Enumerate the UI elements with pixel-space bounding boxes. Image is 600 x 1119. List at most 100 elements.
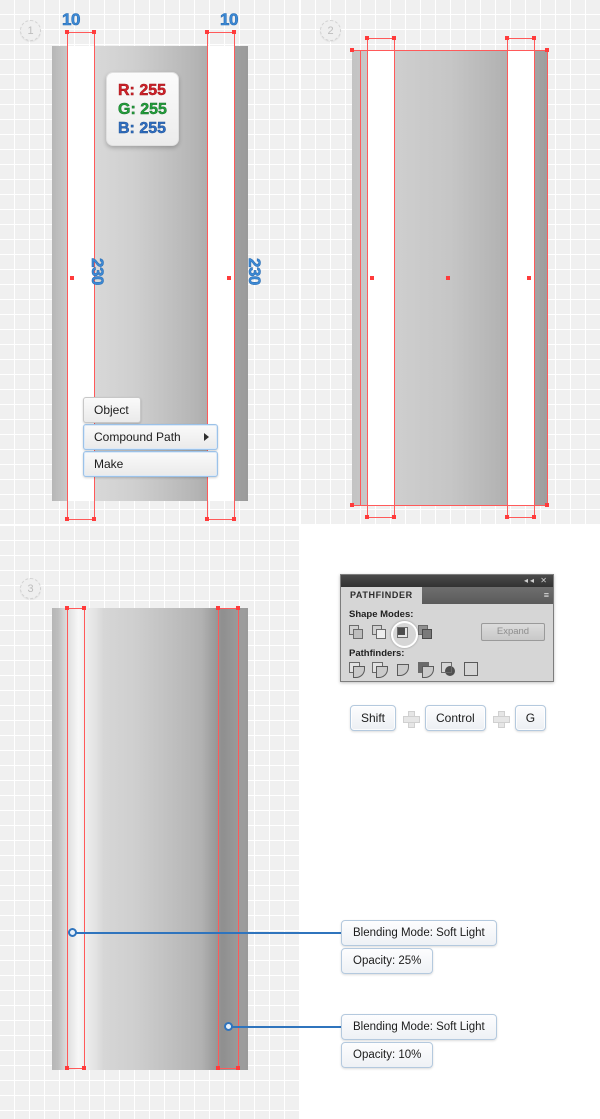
panel-number-badge-2: 2 bbox=[320, 20, 341, 41]
anchor-point bbox=[532, 36, 536, 40]
measurement-label-width-left: 10 bbox=[62, 10, 80, 30]
dimension-line-bottom-right bbox=[207, 519, 235, 520]
crop-icon[interactable] bbox=[418, 662, 433, 677]
guide-line bbox=[67, 608, 68, 1070]
anchor-point bbox=[365, 36, 369, 40]
dimension-line-bottom-left bbox=[367, 517, 395, 518]
tab-pathfinder[interactable]: PATHFINDER bbox=[341, 587, 422, 604]
unite-icon[interactable] bbox=[349, 625, 364, 640]
anchor-point bbox=[82, 606, 86, 610]
minus-front-icon[interactable] bbox=[372, 625, 387, 640]
guide-line bbox=[238, 608, 239, 1070]
rgb-blue-value: B: 255 bbox=[118, 119, 167, 138]
anchor-point bbox=[505, 36, 509, 40]
anchor-point bbox=[545, 503, 549, 507]
anchor-point bbox=[392, 36, 396, 40]
panel-menu-icon[interactable]: ≡ bbox=[544, 590, 549, 600]
rgb-green-value: G: 255 bbox=[118, 100, 167, 119]
chevron-right-icon bbox=[204, 433, 209, 441]
anchor-point bbox=[205, 30, 209, 34]
shape-modes-row: Expand bbox=[349, 623, 545, 641]
anchor-point bbox=[82, 1066, 86, 1070]
artboard: 1 10 10 230 230 R: 255 G: 255 B: 255 Obj… bbox=[0, 0, 600, 1119]
collapse-icon[interactable]: ◂◂ bbox=[524, 576, 536, 585]
rgb-red-value: R: 255 bbox=[118, 81, 167, 100]
pathfinder-panel[interactable]: ◂◂ ✕ PATHFINDER ≡ Shape Modes: bbox=[340, 574, 554, 682]
callout-opacity-1: Opacity: 25% bbox=[341, 948, 433, 974]
guide-line bbox=[507, 38, 508, 518]
measurement-label-height-left: 230 bbox=[87, 258, 107, 285]
anchor-point-mid bbox=[70, 276, 74, 280]
callout-blending-mode-2: Blending Mode: Soft Light bbox=[341, 1014, 497, 1040]
anchor-point bbox=[92, 517, 96, 521]
trim-icon[interactable] bbox=[372, 662, 387, 677]
leader-line-1 bbox=[76, 932, 341, 934]
menu-item-object[interactable]: Object bbox=[83, 397, 141, 423]
plus-icon bbox=[403, 711, 418, 726]
dimension-line-top-right bbox=[507, 38, 535, 39]
exclude-icon[interactable] bbox=[418, 625, 433, 640]
keyboard-shortcut: Shift Control G bbox=[350, 705, 546, 731]
anchor-point bbox=[236, 606, 240, 610]
anchor-point bbox=[216, 606, 220, 610]
anchor-point-mid bbox=[446, 276, 450, 280]
anchor-point bbox=[65, 30, 69, 34]
pathfinders-label: Pathfinders: bbox=[349, 648, 545, 659]
divide-icon[interactable] bbox=[349, 662, 364, 677]
panel-number-badge-3: 3 bbox=[20, 578, 41, 599]
anchor-point bbox=[545, 48, 549, 52]
anchor-point bbox=[392, 515, 396, 519]
cylinder-artwork-2 bbox=[352, 50, 548, 505]
anchor-point bbox=[365, 515, 369, 519]
dimension-line-bottom-left bbox=[67, 519, 95, 520]
dimension-line-top-left bbox=[67, 32, 95, 33]
anchor-point bbox=[232, 517, 236, 521]
anchor-point bbox=[92, 30, 96, 34]
anchor-point bbox=[65, 606, 69, 610]
anchor-point bbox=[505, 515, 509, 519]
dimension-line-bottom-right bbox=[507, 517, 535, 518]
anchor-point bbox=[65, 517, 69, 521]
guide-line bbox=[234, 32, 235, 520]
guide-line bbox=[67, 32, 68, 520]
menu-item-compound-path-label: Compound Path bbox=[94, 430, 181, 444]
anchor-point-mid bbox=[527, 276, 531, 280]
key-g[interactable]: G bbox=[515, 705, 546, 731]
guide-line bbox=[360, 50, 361, 505]
bounding-box-top bbox=[352, 50, 548, 51]
outline-icon[interactable] bbox=[441, 662, 456, 677]
anchor-point bbox=[350, 48, 354, 52]
plus-icon bbox=[493, 711, 508, 726]
guide-line bbox=[394, 38, 395, 518]
measurement-label-height-right: 230 bbox=[244, 258, 264, 285]
callout-blending-mode-1: Blending Mode: Soft Light bbox=[341, 920, 497, 946]
panel-number-badge-1: 1 bbox=[20, 20, 41, 41]
pathfinder-titlebar: ◂◂ ✕ bbox=[341, 575, 553, 587]
pathfinders-row bbox=[349, 662, 545, 677]
anchor-point bbox=[350, 503, 354, 507]
panel-window-controls[interactable]: ◂◂ ✕ bbox=[524, 576, 549, 585]
guide-line bbox=[218, 608, 219, 1070]
anchor-point bbox=[65, 1066, 69, 1070]
merge-icon[interactable] bbox=[395, 662, 410, 677]
anchor-point-mid bbox=[227, 276, 231, 280]
bounding-box-bottom bbox=[352, 505, 548, 506]
close-icon[interactable]: ✕ bbox=[540, 576, 549, 585]
key-shift[interactable]: Shift bbox=[350, 705, 396, 731]
anchor-point bbox=[205, 517, 209, 521]
guide-line bbox=[367, 38, 368, 518]
guide-line bbox=[84, 608, 85, 1070]
menu-item-compound-path[interactable]: Compound Path bbox=[83, 424, 218, 450]
anchor-point bbox=[532, 515, 536, 519]
anchor-point bbox=[232, 30, 236, 34]
key-control[interactable]: Control bbox=[425, 705, 486, 731]
pathfinder-body: Shape Modes: Expand Pathfinders: bbox=[341, 604, 553, 683]
shape-modes-label: Shape Modes: bbox=[349, 609, 545, 620]
expand-button[interactable]: Expand bbox=[481, 623, 545, 641]
menu-item-make[interactable]: Make bbox=[83, 451, 218, 477]
callout-opacity-2: Opacity: 10% bbox=[341, 1042, 433, 1068]
intersect-icon[interactable] bbox=[395, 625, 410, 640]
guide-line bbox=[534, 38, 535, 518]
minus-back-icon[interactable] bbox=[464, 662, 479, 677]
dimension-line-top-right bbox=[207, 32, 235, 33]
